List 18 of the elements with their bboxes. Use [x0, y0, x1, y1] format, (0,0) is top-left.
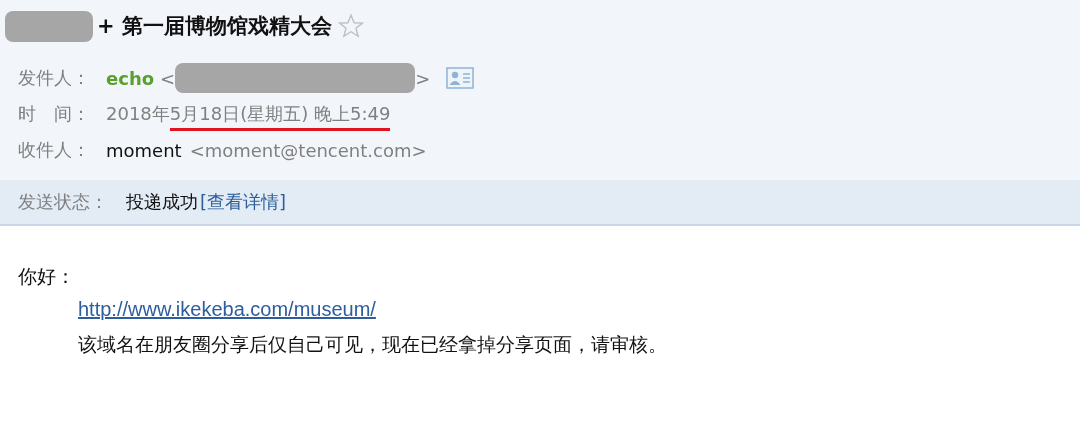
- sender-name[interactable]: echo: [106, 67, 155, 89]
- delivery-status: 投递成功: [126, 190, 198, 214]
- email-subject: + 第一届博物馆戏精大会: [97, 13, 332, 40]
- bracket-text: >: [415, 67, 431, 89]
- message-text: 该域名在朋友圈分享后仅自己可见，现在已经拿掉分享页面，请审核。: [78, 333, 667, 355]
- bracket-text: <: [160, 67, 176, 89]
- url-link[interactable]: http://www.ikekeba.com/museum/: [78, 298, 376, 320]
- sent-time: 2018年5月18日(星期五) 晚上5:49: [106, 102, 391, 126]
- field-label: 发件人：: [18, 66, 91, 90]
- field-label: 发送状态：: [18, 190, 109, 214]
- recipient-name: moment: [106, 139, 182, 161]
- greeting-text: 你好：: [18, 264, 76, 289]
- field-label: 收件人：: [18, 138, 91, 162]
- field-label: 时 间：: [18, 102, 91, 126]
- details-link[interactable]: [查看详情]: [200, 190, 287, 214]
- contact-card-icon[interactable]: [446, 67, 475, 89]
- star-icon[interactable]: [337, 13, 364, 39]
- recipient-address: <moment@tencent.com>: [189, 139, 427, 161]
